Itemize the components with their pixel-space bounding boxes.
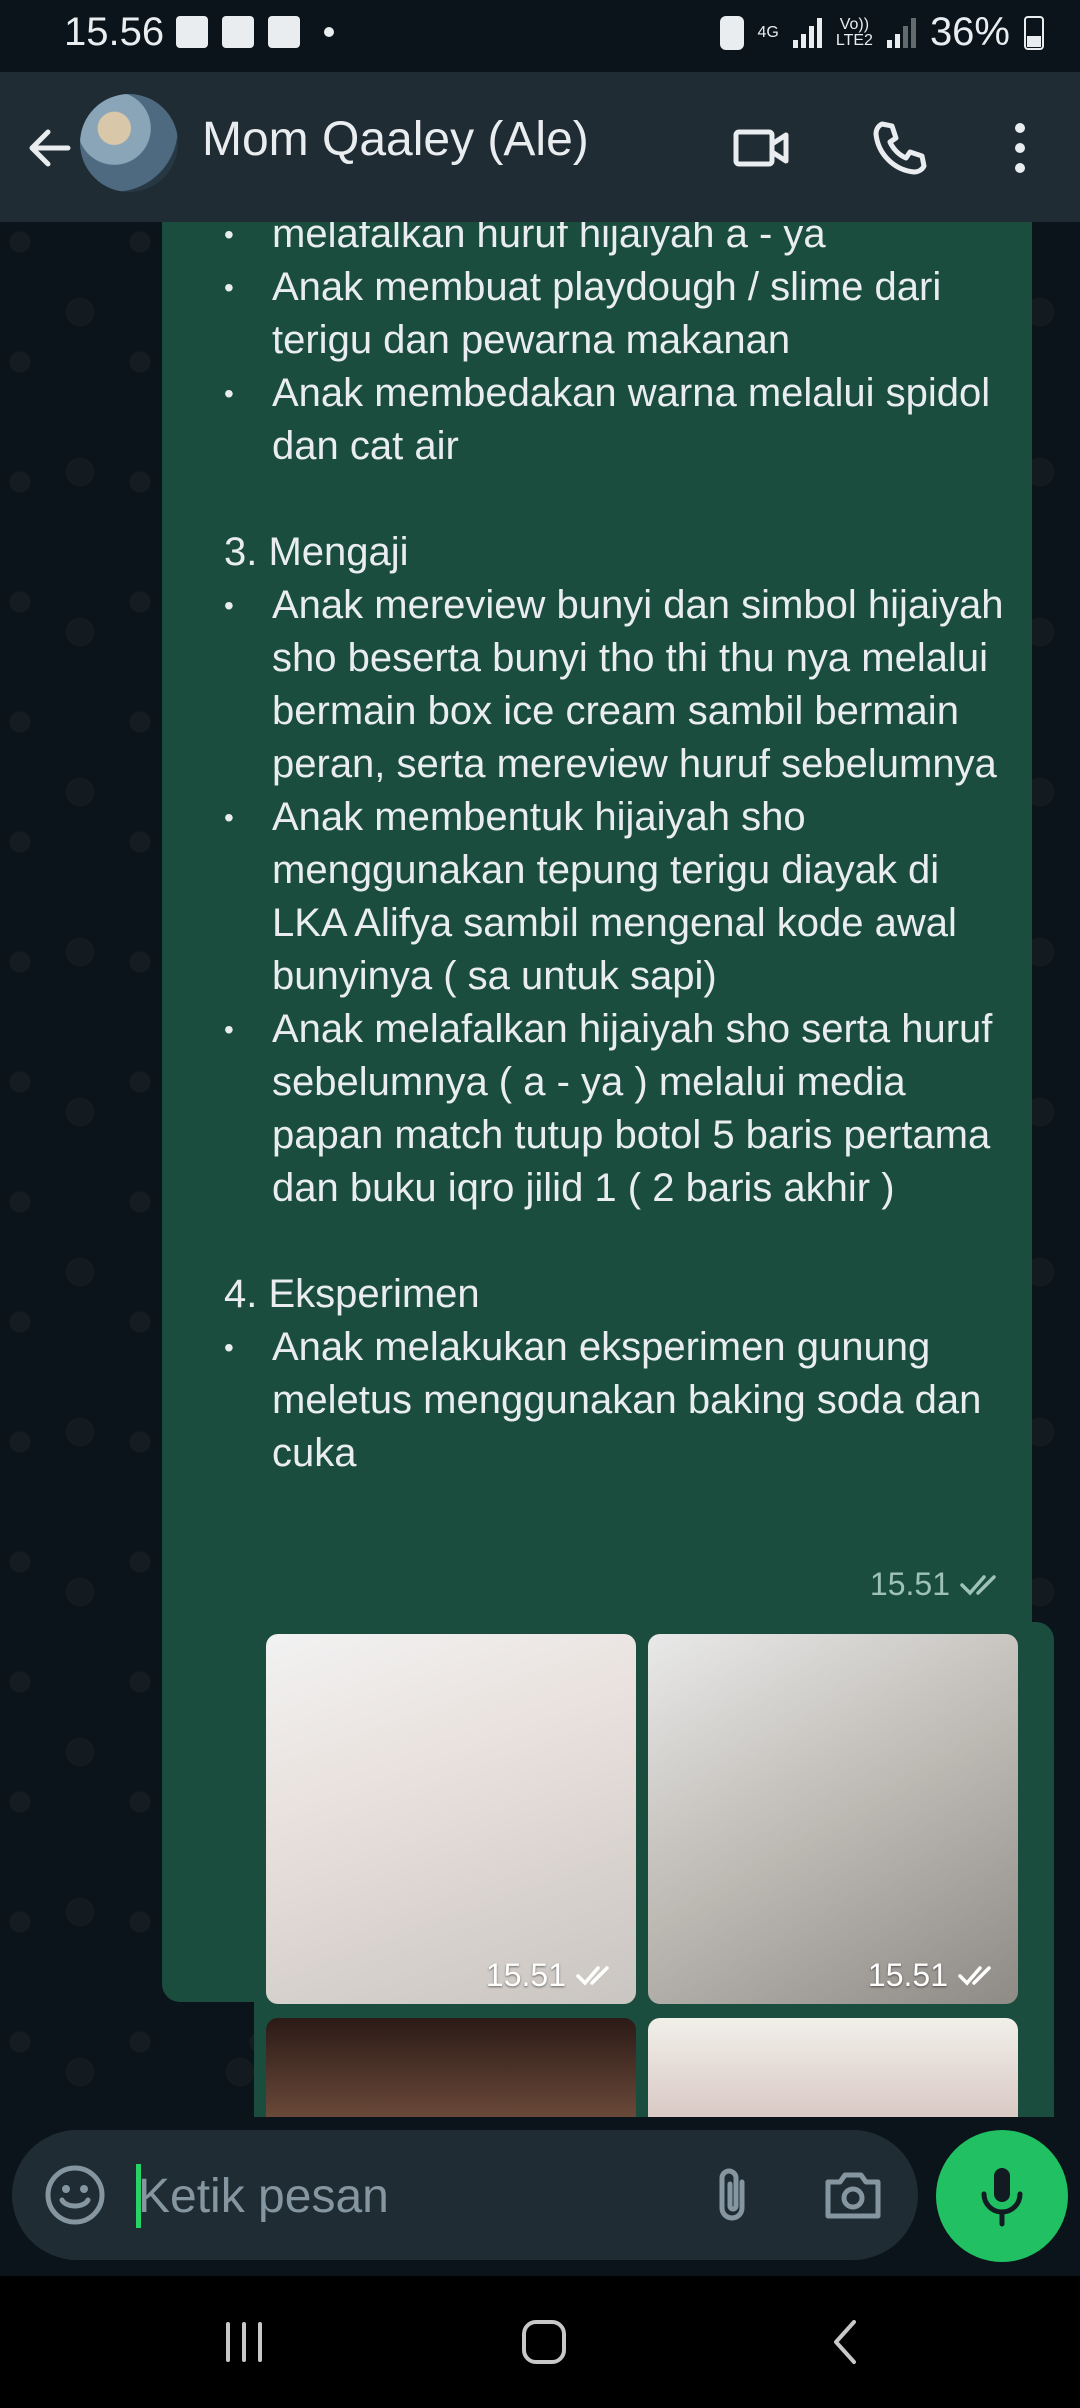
gallery-notification-icon — [176, 16, 208, 48]
photo-meta: 15.51 — [868, 1957, 1002, 1994]
list-item: Anak membedakan warna melalui spidol dan… — [224, 367, 1004, 473]
double-check-icon — [576, 1965, 609, 1986]
more-vert-icon[interactable] — [988, 116, 1052, 180]
list-item: Anak membuat playdough / slime dari teri… — [224, 261, 1004, 367]
list-item: melafalkan huruf hijaiyah a - ya — [224, 222, 1004, 261]
photo-thumbnail[interactable]: 15.51 — [648, 1634, 1018, 2004]
battery-icon — [1024, 15, 1044, 50]
list-item: Anak mereview bunyi dan simbol hijaiyah … — [224, 579, 1004, 791]
more-notifications-icon — [324, 27, 334, 37]
voice-message-button[interactable] — [936, 2130, 1068, 2262]
system-navigation-bar — [0, 2276, 1080, 2408]
message-meta: 15.51 — [870, 1566, 1008, 1603]
message-time: 15.51 — [867, 1957, 948, 1993]
section-heading: 4. Eksperimen — [224, 1272, 480, 1316]
photo-thumbnail[interactable]: 15.51 — [266, 1634, 636, 2004]
contact-avatar[interactable] — [80, 94, 178, 192]
recent-apps-icon[interactable] — [214, 2316, 274, 2368]
battery-percent: 36% — [929, 10, 1010, 54]
contact-name[interactable]: Mom Qaaley (Ale) — [202, 112, 589, 167]
microphone-icon — [981, 2168, 1023, 2227]
phone-icon[interactable] — [868, 116, 932, 180]
message-composer — [12, 2130, 918, 2260]
message-time: 15.51 — [485, 1957, 566, 1993]
photo-thumbnail[interactable] — [648, 2018, 1018, 2117]
status-bar: 15.56 4G Vo)) LTE2 36% — [0, 0, 1080, 72]
news-notification-icon — [268, 16, 300, 48]
network-type: 4G — [757, 23, 779, 41]
video-call-icon[interactable] — [730, 116, 794, 180]
media-message-bubble[interactable]: 15.51 15.51 — [254, 1622, 1054, 2117]
chat-header: Mom Qaaley (Ale) — [0, 72, 1080, 222]
home-icon[interactable] — [514, 2316, 574, 2368]
double-check-icon — [958, 1965, 991, 1986]
volte-indicator: Vo)) LTE2 — [835, 15, 873, 49]
message-text: melafalkan huruf hijaiyah a - ya Anak me… — [224, 222, 1004, 1480]
system-indicators: 4G Vo)) LTE2 36% — [719, 10, 1044, 55]
photo-meta: 15.51 — [486, 1957, 620, 1994]
message-time: 15.51 — [869, 1566, 950, 1602]
message-input[interactable] — [136, 2156, 670, 2236]
status-time: 15.56 — [64, 10, 165, 54]
notification-icons — [176, 16, 334, 48]
sim-icon — [719, 15, 744, 50]
attach-icon[interactable] — [702, 2164, 764, 2226]
double-check-icon — [960, 1574, 996, 1596]
camera-icon[interactable] — [820, 2164, 886, 2226]
photo-thumbnail[interactable] — [266, 2018, 636, 2117]
emoji-icon[interactable] — [42, 2162, 108, 2228]
signal-2-icon — [886, 17, 916, 48]
checkbox-notification-icon — [222, 16, 254, 48]
chat-area[interactable]: melafalkan huruf hijaiyah a - ya Anak me… — [0, 222, 1080, 2117]
list-item: Anak membentuk hijaiyah sho menggunakan … — [224, 791, 1004, 1003]
back-nav-icon[interactable] — [816, 2316, 876, 2368]
list-item: Anak melafalkan hijaiyah sho serta huruf… — [224, 1003, 1004, 1215]
back-arrow-icon[interactable] — [22, 120, 78, 176]
signal-1-icon — [792, 17, 822, 48]
list-item: Anak melakukan eksperimen gunung meletus… — [224, 1321, 1004, 1480]
section-heading: 3. Mengaji — [224, 530, 409, 574]
